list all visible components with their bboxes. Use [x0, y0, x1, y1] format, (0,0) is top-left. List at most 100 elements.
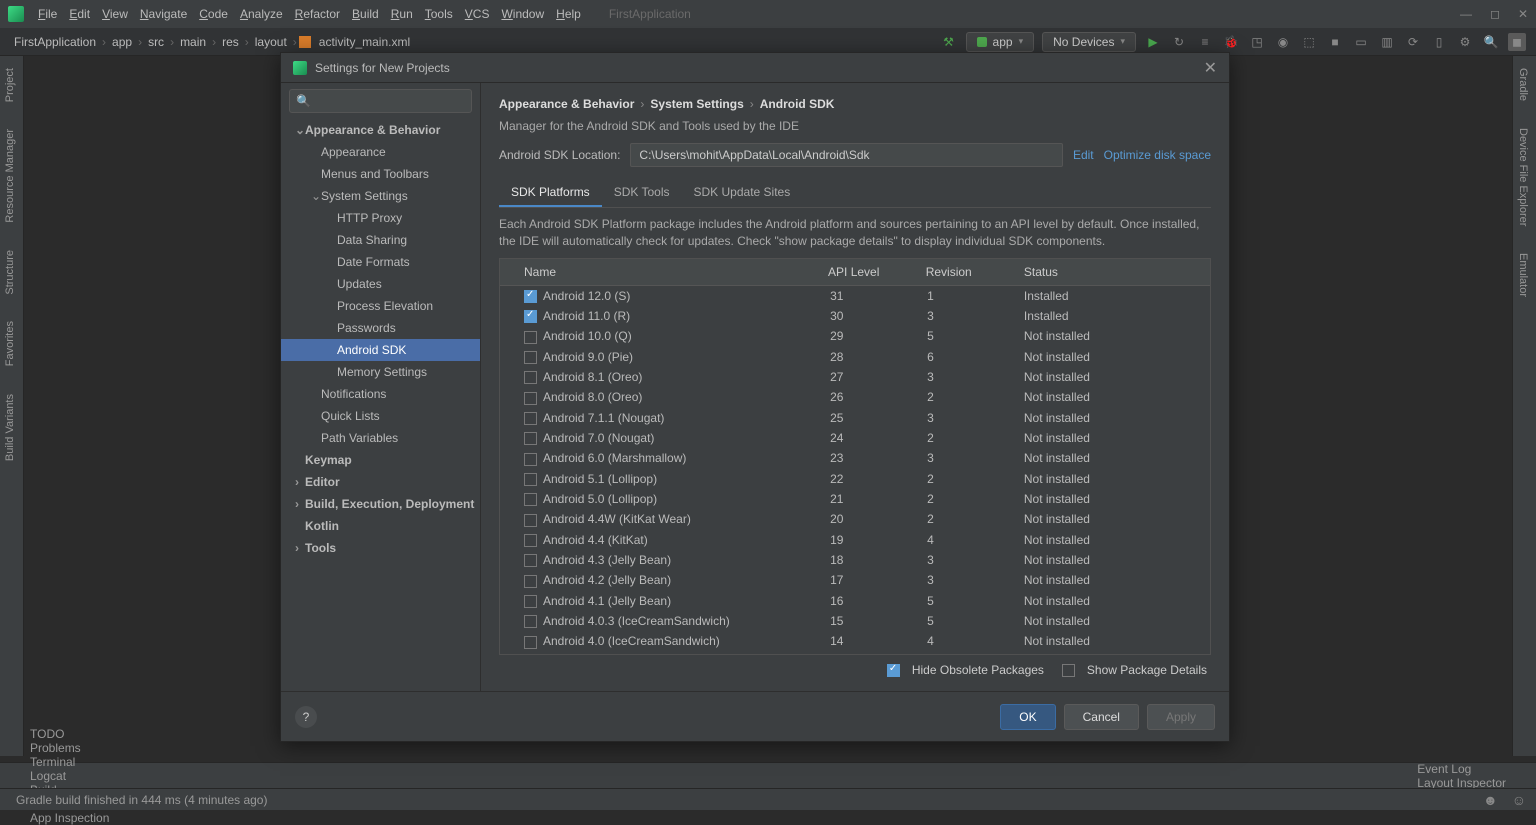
attach-icon[interactable]: ⬚ [1300, 33, 1318, 51]
menu-window[interactable]: Window [495, 5, 550, 23]
menu-refactor[interactable]: Refactor [289, 5, 346, 23]
settings-search-input[interactable] [315, 94, 465, 108]
bottom-tool-terminal[interactable]: Terminal [30, 755, 109, 769]
right-tool-emulator[interactable]: Emulator [1513, 245, 1533, 305]
menu-file[interactable]: File [32, 5, 63, 23]
left-tool-project[interactable]: Project [0, 60, 20, 110]
settings-tree-tools[interactable]: ›Tools [281, 537, 480, 559]
row-checkbox[interactable] [524, 615, 537, 628]
column-header[interactable] [500, 259, 516, 286]
menu-analyze[interactable]: Analyze [234, 5, 289, 23]
device-icon[interactable]: ▯ [1430, 33, 1448, 51]
sdk-row[interactable]: Android 10.0 (Q)295Not installed [500, 326, 1210, 346]
sdk-row[interactable]: Android 7.1.1 (Nougat)253Not installed [500, 408, 1210, 428]
tab-sdk-update-sites[interactable]: SDK Update Sites [682, 179, 803, 207]
sdk-row[interactable]: Android 7.0 (Nougat)242Not installed [500, 428, 1210, 448]
settings-tree-editor[interactable]: ›Editor [281, 471, 480, 493]
bottom-tool-problems[interactable]: Problems [30, 741, 109, 755]
right-tool-device-file-explorer[interactable]: Device File Explorer [1513, 120, 1533, 234]
row-checkbox[interactable] [524, 514, 537, 527]
stop-icon[interactable]: ≡ [1196, 33, 1214, 51]
row-checkbox[interactable] [524, 432, 537, 445]
sdk-icon[interactable]: ▥ [1378, 33, 1396, 51]
row-checkbox[interactable] [524, 595, 537, 608]
rerun-icon[interactable]: ↻ [1170, 33, 1188, 51]
right-tool-gradle[interactable]: Gradle [1513, 60, 1533, 109]
close-icon[interactable]: ✕ [1518, 7, 1528, 21]
settings-tree-date-formats[interactable]: Date Formats [281, 251, 480, 273]
hide-obsolete-checkbox[interactable]: Hide Obsolete Packages [887, 663, 1044, 677]
row-checkbox[interactable] [524, 371, 537, 384]
settings-tree-android-sdk[interactable]: Android SDK [281, 339, 480, 361]
settings-tree-appearance-behavior[interactable]: ⌄Appearance & Behavior [281, 119, 480, 141]
avd-icon[interactable]: ▭ [1352, 33, 1370, 51]
settings-tree-notifications[interactable]: Notifications [281, 383, 480, 405]
menu-view[interactable]: View [96, 5, 134, 23]
settings-tree-path-variables[interactable]: Path Variables [281, 427, 480, 449]
row-checkbox[interactable] [524, 412, 537, 425]
settings-tree-process-elevation[interactable]: Process Elevation [281, 295, 480, 317]
sdk-row[interactable]: Android 4.1 (Jelly Bean)165Not installed [500, 591, 1210, 611]
bottom-tool-event-log[interactable]: Event Log [1417, 762, 1506, 776]
left-tool-resource-manager[interactable]: Resource Manager [0, 121, 20, 231]
breadcrumb-item[interactable]: main [176, 35, 210, 49]
show-details-checkbox[interactable]: Show Package Details [1062, 663, 1207, 677]
settings-tree-data-sharing[interactable]: Data Sharing [281, 229, 480, 251]
sdk-row[interactable]: Android 8.0 (Oreo)262Not installed [500, 387, 1210, 407]
ok-button[interactable]: OK [1000, 704, 1055, 730]
row-checkbox[interactable] [524, 310, 537, 323]
bottom-tool-app-inspection[interactable]: App Inspection [30, 811, 109, 825]
menu-vcs[interactable]: VCS [459, 5, 496, 23]
row-checkbox[interactable] [524, 392, 537, 405]
column-header[interactable]: Revision [918, 259, 1016, 286]
settings-search[interactable]: 🔍 [289, 89, 472, 113]
bottom-tool-todo[interactable]: TODO [30, 727, 109, 741]
row-checkbox[interactable] [524, 290, 537, 303]
menu-build[interactable]: Build [346, 5, 385, 23]
menu-help[interactable]: Help [550, 5, 587, 23]
cancel-button[interactable]: Cancel [1064, 704, 1139, 730]
sdk-location-input[interactable] [630, 143, 1063, 167]
row-checkbox[interactable] [524, 534, 537, 547]
settings-tree-kotlin[interactable]: Kotlin [281, 515, 480, 537]
column-header[interactable]: API Level [820, 259, 918, 286]
user-icon[interactable]: ◼ [1508, 33, 1526, 51]
column-header[interactable]: Name [516, 259, 820, 286]
menu-code[interactable]: Code [193, 5, 234, 23]
sdk-row[interactable]: Android 5.0 (Lollipop)212Not installed [500, 489, 1210, 509]
row-checkbox[interactable] [524, 636, 537, 649]
settings-icon[interactable]: ⚙ [1456, 33, 1474, 51]
run-icon[interactable]: ▶ [1144, 33, 1162, 51]
run-config-selector[interactable]: app▾ [966, 32, 1035, 52]
sdk-row[interactable]: Android 12.0 (S)311Installed [500, 286, 1210, 306]
settings-tree-keymap[interactable]: Keymap [281, 449, 480, 471]
row-checkbox[interactable] [524, 554, 537, 567]
sdk-row[interactable]: Android 11.0 (R)303Installed [500, 306, 1210, 326]
settings-tree-passwords[interactable]: Passwords [281, 317, 480, 339]
device-selector[interactable]: No Devices▾ [1042, 32, 1136, 52]
debug-icon[interactable]: 🐞 [1222, 33, 1240, 51]
settings-tree-menus-and-toolbars[interactable]: Menus and Toolbars [281, 163, 480, 185]
sdk-row[interactable]: Android 4.4W (KitKat Wear)202Not install… [500, 509, 1210, 529]
coverage-icon[interactable]: ◳ [1248, 33, 1266, 51]
left-tool-structure[interactable]: Structure [0, 242, 20, 303]
more-icon[interactable]: ■ [1326, 33, 1344, 51]
settings-tree-build-execution-deployment[interactable]: ›Build, Execution, Deployment [281, 493, 480, 515]
row-checkbox[interactable] [524, 575, 537, 588]
maximize-icon[interactable]: ◻ [1490, 7, 1500, 21]
search-icon[interactable]: 🔍 [1482, 33, 1500, 51]
sdk-row[interactable]: Android 4.3 (Jelly Bean)183Not installed [500, 550, 1210, 570]
settings-tree-updates[interactable]: Updates [281, 273, 480, 295]
sdk-row[interactable]: Android 4.0.3 (IceCreamSandwich)155Not i… [500, 611, 1210, 631]
tab-sdk-platforms[interactable]: SDK Platforms [499, 179, 602, 207]
breadcrumb-item[interactable]: app [108, 35, 136, 49]
breadcrumb-item[interactable]: activity_main.xml [315, 35, 414, 49]
left-tool-favorites[interactable]: Favorites [0, 313, 20, 374]
row-checkbox[interactable] [524, 493, 537, 506]
breadcrumb-item[interactable]: FirstApplication [10, 35, 100, 49]
profiler-icon[interactable]: ◉ [1274, 33, 1292, 51]
sdk-row[interactable]: Android 5.1 (Lollipop)222Not installed [500, 469, 1210, 489]
row-checkbox[interactable] [524, 473, 537, 486]
row-checkbox[interactable] [524, 351, 537, 364]
menu-tools[interactable]: Tools [419, 5, 459, 23]
